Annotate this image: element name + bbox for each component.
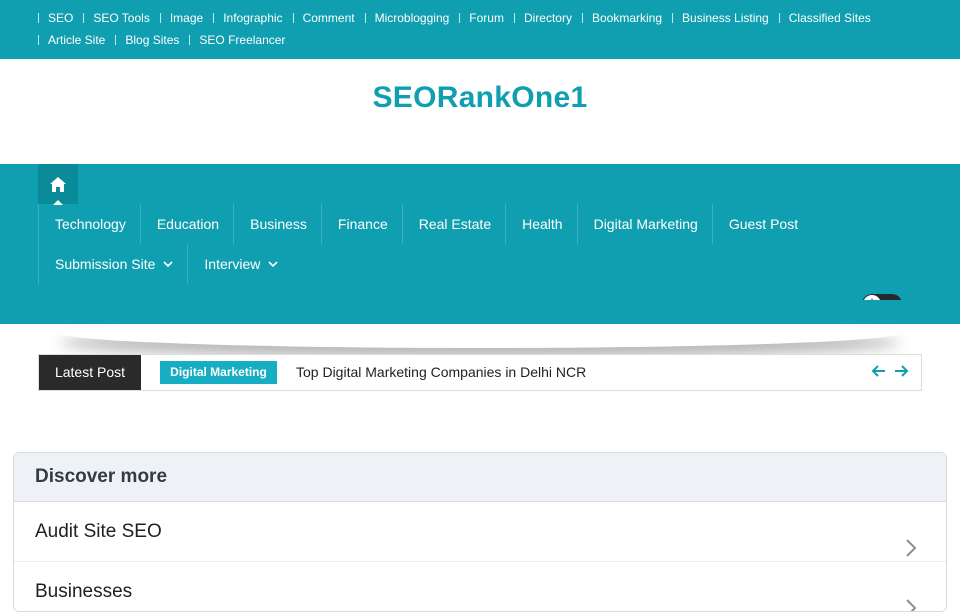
top-link-microblogging[interactable]: Microblogging [364,7,460,29]
top-link-bookmarking[interactable]: Bookmarking [581,7,672,29]
site-branding: SEORankOne1 [0,59,960,164]
discover-more-title: Discover more [14,453,946,502]
ticker-headline[interactable]: Top Digital Marketing Companies in Delhi… [296,355,586,390]
chevron-down-icon [163,261,173,267]
ticker-category-badge[interactable]: Digital Marketing [160,361,277,384]
nav-item-technology[interactable]: Technology [38,204,140,244]
discover-item-label: Audit Site SEO [35,521,162,542]
top-links-list: SEO SEO Tools Image Infographic Comment … [38,7,918,51]
home-icon [50,176,66,192]
nav-item-label: Interview [204,256,261,272]
discover-item-audit-site-seo[interactable]: Audit Site SEO [14,502,946,562]
top-link-directory[interactable]: Directory [513,7,582,29]
nav-item-health[interactable]: Health [505,204,576,244]
top-links-bar: SEO SEO Tools Image Infographic Comment … [0,0,960,59]
top-link-classified-sites[interactable]: Classified Sites [778,7,881,29]
top-link-blog-sites[interactable]: Blog Sites [115,29,189,51]
nav-shadow-mask [0,300,960,324]
nav-item-guest-post[interactable]: Guest Post [711,204,812,244]
discover-item-businesses[interactable]: Businesses [14,562,946,611]
top-link-seo-tools[interactable]: SEO Tools [83,7,159,29]
nav-row-primary: Technology Education Business Finance Re… [38,204,812,244]
home-button[interactable] [38,164,78,205]
top-link-image[interactable]: Image [159,7,213,29]
top-link-business-listing[interactable]: Business Listing [672,7,779,29]
arrow-left-icon[interactable] [871,364,886,378]
discover-item-label: Businesses [35,581,133,602]
top-link-seo-freelancer[interactable]: SEO Freelancer [189,29,295,51]
nav-item-finance[interactable]: Finance [320,204,402,244]
top-link-seo[interactable]: SEO [38,7,83,29]
ticker-controls [871,364,909,378]
top-link-comment[interactable]: Comment [292,7,365,29]
chevron-right-icon [906,582,917,611]
nav-item-submission-site[interactable]: Submission Site [38,244,187,284]
nav-item-real-estate[interactable]: Real Estate [401,204,505,244]
top-link-forum[interactable]: Forum [459,7,514,29]
nav-item-education[interactable]: Education [139,204,233,244]
latest-post-ticker: Latest Post Digital Marketing Top Digita… [38,354,922,391]
nav-item-interview[interactable]: Interview [187,244,292,284]
nav-item-digital-marketing[interactable]: Digital Marketing [576,204,712,244]
nav-item-label: Submission Site [55,256,156,272]
top-link-infographic[interactable]: Infographic [213,7,292,29]
ticker-label: Latest Post [39,355,141,390]
nav-row-secondary: Submission Site Interview [38,244,292,284]
chevron-down-icon [268,261,278,267]
discover-more-panel: Discover more Audit Site SEO Businesses [13,452,947,612]
arrow-right-icon[interactable] [894,364,909,378]
nav-item-business[interactable]: Business [233,204,321,244]
site-title[interactable]: SEORankOne1 [0,81,960,115]
top-link-article-site[interactable]: Article Site [38,29,115,51]
